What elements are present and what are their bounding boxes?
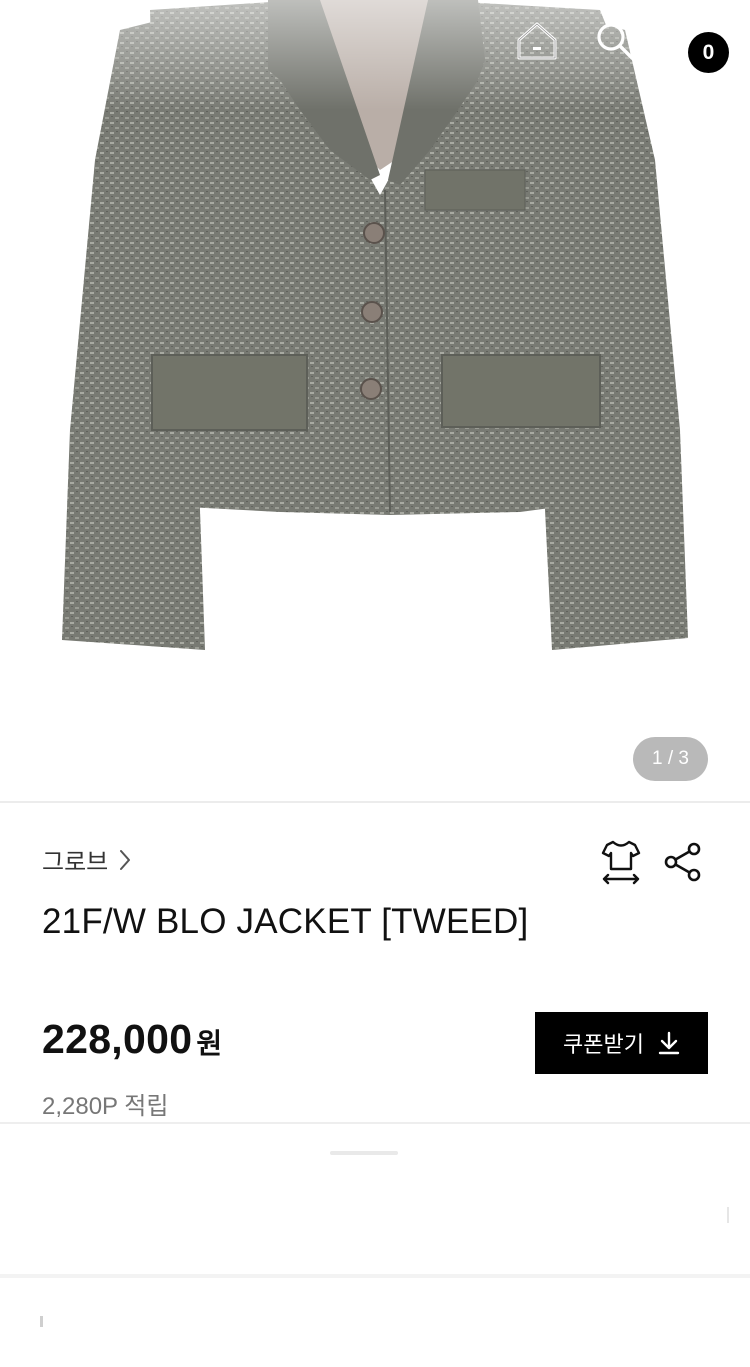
- tshirt-size-icon: [601, 840, 641, 885]
- arrow-left-icon: [42, 25, 81, 57]
- gallery-divider: [0, 801, 750, 803]
- home-icon: [517, 22, 557, 60]
- product-image: [62, 0, 688, 650]
- cart-count-badge: 0: [688, 32, 729, 73]
- size-guide-button[interactable]: [598, 838, 644, 886]
- product-title: 21F/W BLO JACKET [TWEED]: [42, 902, 529, 941]
- home-button[interactable]: [508, 14, 566, 68]
- search-icon: [597, 23, 634, 60]
- share-button[interactable]: [660, 840, 706, 884]
- info-divider: [0, 1122, 750, 1124]
- cart-button[interactable]: 0: [662, 10, 734, 80]
- search-button[interactable]: [588, 14, 642, 68]
- back-button[interactable]: [28, 14, 94, 68]
- product-price: 228,000: [42, 1016, 193, 1062]
- coupon-button-label: 쿠폰받기: [563, 1032, 644, 1057]
- reward-points: 2,280P 적립: [42, 1093, 169, 1120]
- brand-name: 그로브: [42, 849, 109, 876]
- image-page-indicator: 1 / 3: [633, 737, 708, 781]
- share-icon: [664, 842, 701, 882]
- lower-mark-left: [40, 1316, 43, 1327]
- top-navigation-bar: 0: [0, 0, 750, 90]
- lower-mark: [727, 1207, 729, 1223]
- sheet-handle: [330, 1151, 398, 1155]
- brand-link[interactable]: 그로브: [42, 842, 132, 877]
- price-currency: 원: [196, 1028, 223, 1059]
- download-icon: [658, 1031, 680, 1055]
- section-separator: [0, 1274, 750, 1278]
- coupon-download-button[interactable]: 쿠폰받기: [535, 1012, 708, 1074]
- product-image-gallery[interactable]: 1 / 3: [0, 0, 750, 802]
- price-row: 228,000 원: [42, 1016, 222, 1063]
- chevron-right-icon: [118, 848, 132, 872]
